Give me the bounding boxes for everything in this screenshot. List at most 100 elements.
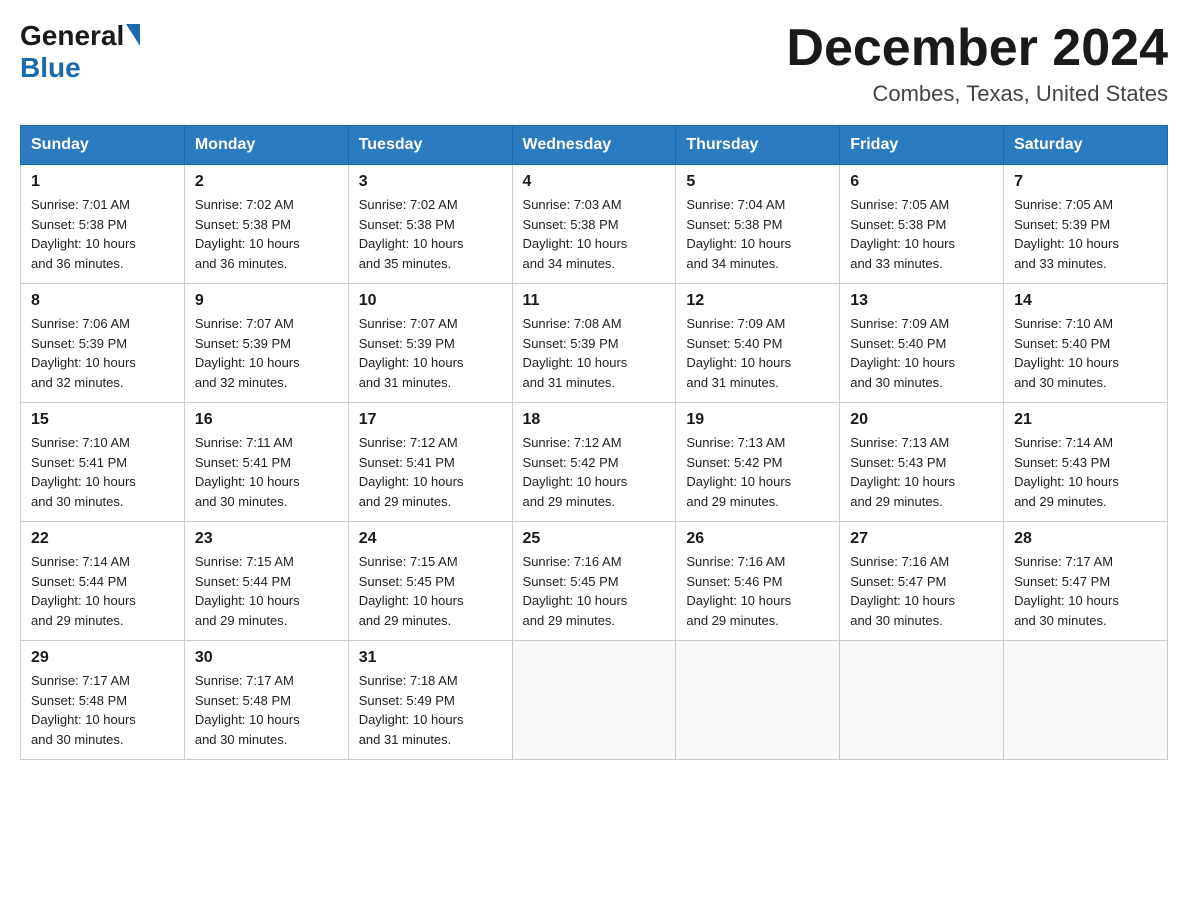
sunrise-text: Sunrise: 7:15 AM	[359, 554, 458, 569]
daylight-minutes-text: and 32 minutes.	[195, 375, 288, 390]
day-number: 29	[31, 649, 174, 667]
sunrise-text: Sunrise: 7:16 AM	[850, 554, 949, 569]
day-number: 6	[850, 173, 993, 191]
day-number: 16	[195, 411, 338, 429]
daylight-minutes-text: and 29 minutes.	[359, 494, 452, 509]
sunset-text: Sunset: 5:46 PM	[686, 574, 782, 589]
daylight-text: Daylight: 10 hours	[195, 474, 300, 489]
daylight-minutes-text: and 30 minutes.	[31, 732, 124, 747]
sunset-text: Sunset: 5:49 PM	[359, 693, 455, 708]
calendar-day-cell: 26Sunrise: 7:16 AMSunset: 5:46 PMDayligh…	[676, 522, 840, 641]
sunrise-text: Sunrise: 7:07 AM	[359, 316, 458, 331]
daylight-text: Daylight: 10 hours	[523, 474, 628, 489]
sunrise-text: Sunrise: 7:01 AM	[31, 197, 130, 212]
day-info: Sunrise: 7:09 AM Sunset: 5:40 PM Daylight:…	[686, 314, 829, 392]
sunset-text: Sunset: 5:41 PM	[31, 455, 127, 470]
calendar-day-cell: 11 Sunrise: 7:08 AMSunset: 5:39 PMDayligh…	[512, 284, 676, 403]
calendar-day-cell: 18Sunrise: 7:12 AMSunset: 5:42 PMDayligh…	[512, 403, 676, 522]
sunset-text: Sunset: 5:40 PM	[686, 336, 782, 351]
daylight-text: Daylight: 10 hours	[31, 236, 136, 251]
sunrise-text: Sunrise: 7:06 AM	[31, 316, 130, 331]
sunrise-text: Sunrise: 7:12 AM	[523, 435, 622, 450]
calendar-week-row: 1Sunrise: 7:01 AMSunset: 5:38 PMDaylight…	[21, 165, 1168, 284]
daylight-text: Daylight: 10 hours	[850, 593, 955, 608]
day-number: 27	[850, 530, 993, 548]
day-number: 19	[686, 411, 829, 429]
daylight-minutes-text: and 29 minutes.	[686, 613, 779, 628]
day-number: 21	[1014, 411, 1157, 429]
logo-arrow-icon	[126, 24, 140, 46]
day-info: Sunrise: 7:15 AMSunset: 5:45 PMDaylight:…	[359, 552, 502, 630]
day-info: Sunrise: 7:11 AMSunset: 5:41 PMDaylight:…	[195, 433, 338, 511]
day-number: 17	[359, 411, 502, 429]
daylight-text: Daylight: 10 hours	[1014, 355, 1119, 370]
calendar-day-cell: 14 Sunrise: 7:10 AMSunset: 5:40 PMDayligh…	[1004, 284, 1168, 403]
calendar-day-cell: 3Sunrise: 7:02 AMSunset: 5:38 PMDaylight…	[348, 165, 512, 284]
day-info: Sunrise: 7:15 AMSunset: 5:44 PMDaylight:…	[195, 552, 338, 630]
daylight-minutes-text: and 31 minutes.	[523, 375, 616, 390]
calendar-day-cell: 4Sunrise: 7:03 AMSunset: 5:38 PMDaylight…	[512, 165, 676, 284]
logo-general-text: General	[20, 20, 124, 52]
sunrise-text: Sunrise: 7:14 AM	[31, 554, 130, 569]
day-info: Sunrise: 7:08 AMSunset: 5:39 PMDaylight:…	[523, 314, 666, 392]
day-number: 11	[523, 292, 666, 310]
calendar-day-cell: 17 Sunrise: 7:12 AMSunset: 5:41 PMDayligh…	[348, 403, 512, 522]
day-info: Sunrise: 7:05 AMSunset: 5:38 PMDaylight:…	[850, 195, 993, 273]
daylight-minutes-text: and 36 minutes.	[195, 256, 288, 271]
day-number: 15	[31, 411, 174, 429]
calendar-day-cell: 13Sunrise: 7:09 AMSunset: 5:40 PMDayligh…	[840, 284, 1004, 403]
weekday-header-sunday: Sunday	[21, 126, 185, 165]
calendar-day-cell: 9Sunrise: 7:07 AMSunset: 5:39 PMDaylight…	[184, 284, 348, 403]
calendar-day-cell: 2Sunrise: 7:02 AMSunset: 5:38 PMDaylight…	[184, 165, 348, 284]
daylight-text: Daylight: 10 hours	[195, 712, 300, 727]
daylight-minutes-text: and 33 minutes.	[1014, 256, 1107, 271]
sunrise-text: Sunrise: 7:07 AM	[195, 316, 294, 331]
daylight-minutes-text: and 30 minutes.	[31, 494, 124, 509]
day-info: Sunrise: 7:06 AMSunset: 5:39 PMDaylight:…	[31, 314, 174, 392]
calendar-day-cell: 20Sunrise: 7:13 AMSunset: 5:43 PMDayligh…	[840, 403, 1004, 522]
day-info: Sunrise: 7:02 AMSunset: 5:38 PMDaylight:…	[195, 195, 338, 273]
daylight-text: Daylight: 10 hours	[359, 712, 464, 727]
day-number: 14	[1014, 292, 1157, 310]
daylight-minutes-text: and 30 minutes.	[850, 613, 943, 628]
header: General Blue December 2024 Combes, Texas…	[20, 20, 1168, 107]
daylight-minutes-text: and 36 minutes.	[31, 256, 124, 271]
sunrise-text: Sunrise: 7:15 AM	[195, 554, 294, 569]
daylight-minutes-text: and 29 minutes.	[195, 613, 288, 628]
sunset-text: Sunset: 5:41 PM	[359, 455, 455, 470]
sunrise-text: Sunrise: 7:05 AM	[1014, 197, 1113, 212]
daylight-text: Daylight: 10 hours	[359, 593, 464, 608]
day-number: 23	[195, 530, 338, 548]
daylight-text: Daylight: 10 hours	[686, 474, 791, 489]
sunset-text: Sunset: 5:38 PM	[850, 217, 946, 232]
title-area: December 2024 Combes, Texas, United Stat…	[786, 20, 1168, 107]
sunrise-text: Sunrise: 7:16 AM	[686, 554, 785, 569]
day-number: 5	[686, 173, 829, 191]
weekday-header-row: SundayMondayTuesdayWednesdayThursdayFrid…	[21, 126, 1168, 165]
day-info: Sunrise: 7:16 AM Sunset: 5:46 PM Daylight:…	[686, 552, 829, 630]
sunset-text: Sunset: 5:44 PM	[195, 574, 291, 589]
daylight-text: Daylight: 10 hours	[31, 355, 136, 370]
daylight-text: Daylight: 10 hours	[523, 355, 628, 370]
calendar-day-cell: 1Sunrise: 7:01 AMSunset: 5:38 PMDaylight…	[21, 165, 185, 284]
day-info: Sunrise: 7:12 AMSunset: 5:41 PMDaylight:…	[359, 433, 502, 511]
day-info: Sunrise: 7:07 AMSunset: 5:39 PMDaylight:…	[195, 314, 338, 392]
calendar-day-cell	[840, 641, 1004, 760]
sunset-text: Sunset: 5:39 PM	[1014, 217, 1110, 232]
daylight-text: Daylight: 10 hours	[686, 236, 791, 251]
calendar-day-cell: 10Sunrise: 7:07 AMSunset: 5:39 PMDayligh…	[348, 284, 512, 403]
day-info: Sunrise: 7:04 AMSunset: 5:38 PMDaylight:…	[686, 195, 829, 273]
sunrise-text: Sunrise: 7:11 AM	[195, 435, 293, 450]
day-info: Sunrise: 7:12 AMSunset: 5:42 PMDaylight:…	[523, 433, 666, 511]
day-info: Sunrise: 7:10 AMSunset: 5:40 PMDaylight:…	[1014, 314, 1157, 392]
day-number: 24	[359, 530, 502, 548]
sunrise-text: Sunrise: 7:17 AM	[195, 673, 294, 688]
daylight-text: Daylight: 10 hours	[686, 355, 791, 370]
daylight-minutes-text: and 29 minutes.	[31, 613, 124, 628]
sunrise-text: Sunrise: 7:04 AM	[686, 197, 785, 212]
weekday-header-tuesday: Tuesday	[348, 126, 512, 165]
day-info: Sunrise: 7:14 AMSunset: 5:44 PMDaylight:…	[31, 552, 174, 630]
daylight-text: Daylight: 10 hours	[686, 593, 791, 608]
day-info: Sunrise: 7:17 AMSunset: 5:48 PMDaylight:…	[31, 671, 174, 749]
sunrise-text: Sunrise: 7:09 AM	[686, 316, 785, 331]
